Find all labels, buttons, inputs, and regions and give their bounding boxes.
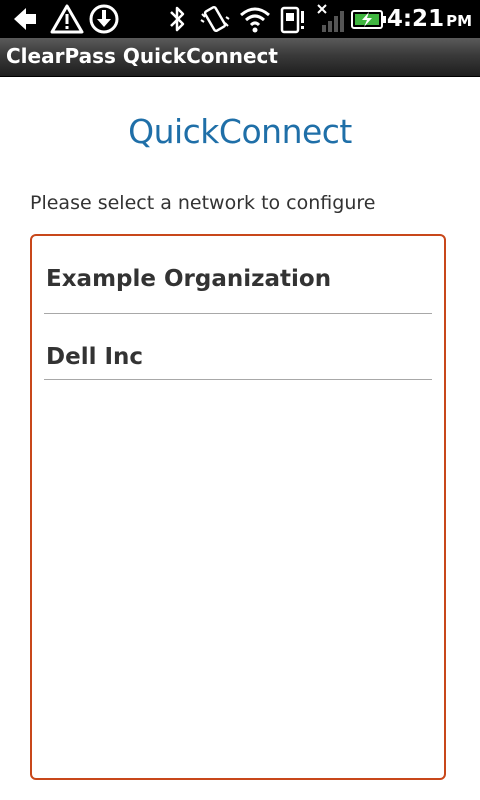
sd-card-icon [280, 6, 304, 34]
wifi-icon [240, 7, 270, 33]
network-list: Example Organization Dell Inc [30, 234, 446, 780]
clock-time: 4:21 [386, 6, 445, 32]
select-network-prompt: Please select a network to configure [30, 192, 376, 214]
app-title: ClearPass QuickConnect [6, 44, 278, 68]
network-item-label: Dell Inc [46, 344, 144, 370]
warning-icon [50, 4, 84, 34]
download-icon [89, 4, 119, 34]
status-bar: 4:21 PM [0, 0, 480, 38]
quickconnect-logo: QuickConnect [128, 112, 352, 151]
app-title-bar: ClearPass QuickConnect [0, 38, 480, 77]
network-item-label: Example Organization [46, 266, 332, 292]
network-item-example-organization[interactable]: Example Organization [44, 236, 432, 314]
network-item-dell-inc[interactable]: Dell Inc [44, 314, 432, 380]
clock-ampm: PM [446, 12, 472, 30]
bluetooth-icon [170, 6, 185, 32]
battery-charging-icon [351, 10, 386, 29]
no-signal-icon [317, 4, 344, 32]
clock: 4:21 PM [387, 6, 472, 32]
vibrate-icon [200, 5, 230, 33]
back-arrow-icon [14, 8, 36, 30]
